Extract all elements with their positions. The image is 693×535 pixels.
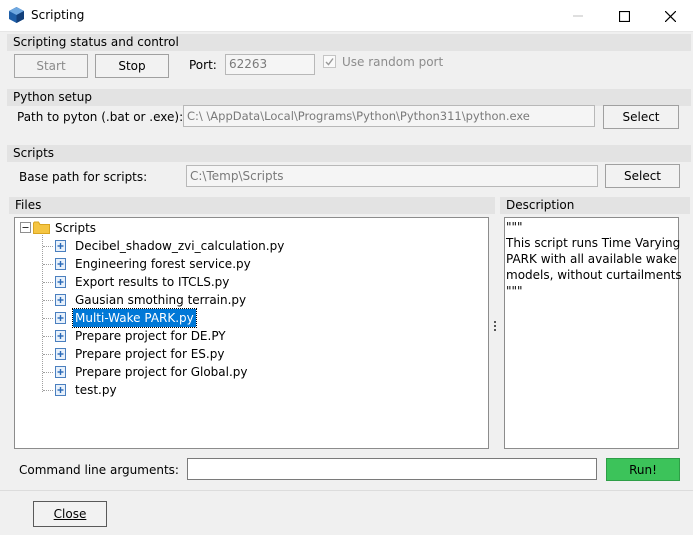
stop-button[interactable]: Stop <box>95 54 169 78</box>
maximize-button[interactable] <box>601 0 647 32</box>
description-text: """ This script runs Time Varying PARK wit… <box>506 219 682 299</box>
tree-line-connector <box>43 390 53 391</box>
minimize-button[interactable] <box>555 0 601 32</box>
tree-file-label: Prepare project for DE.PY <box>75 329 226 343</box>
checkmark-icon <box>325 58 334 66</box>
tree-line-connector <box>43 336 53 337</box>
tree-line-connector <box>43 264 53 265</box>
python-file-icon <box>55 330 66 342</box>
run-button[interactable]: Run! <box>606 458 680 481</box>
description-line: PARK with all available wake <box>506 252 677 266</box>
tree-line-connector <box>43 246 53 247</box>
python-file-icon <box>55 384 66 396</box>
tree-file-label: Decibel_shadow_zvi_calculation.py <box>75 239 285 253</box>
port-label: Port: <box>189 58 217 72</box>
random-port-label: Use random port <box>342 55 444 69</box>
footer-divider <box>0 490 693 491</box>
tree-file-label: Prepare project for Global.py <box>75 365 248 379</box>
tree-file-label: Export results to ITCLS.py <box>75 275 230 289</box>
title-bar: Scripting <box>0 0 693 32</box>
random-port-checkbox[interactable] <box>323 55 336 68</box>
tree-file-label: Prepare project for ES.py <box>75 347 225 361</box>
description-line: models, without curtailments <box>506 268 682 282</box>
minimize-icon <box>573 15 583 17</box>
python-file-icon <box>55 258 66 270</box>
base-path-label: Base path for scripts: <box>19 170 148 184</box>
scripts-select-button[interactable]: Select <box>605 164 680 188</box>
start-button[interactable]: Start <box>14 54 88 78</box>
description-line: """ <box>506 220 523 234</box>
command-line-label: Command line arguments: <box>19 463 179 477</box>
port-input[interactable]: 62263 <box>225 54 315 75</box>
scripts-section-header: Scripts <box>7 145 691 162</box>
close-icon <box>664 10 676 22</box>
tree-items: Decibel_shadow_zvi_calculation.py Enginee… <box>15 218 488 448</box>
tree-file-label: Gausian smothing terrain.py <box>75 293 247 307</box>
tree-line-connector <box>43 372 53 373</box>
python-path-label: Path to pyton (.bat or .exe): <box>17 110 184 124</box>
description-line: This script runs Time Varying <box>506 236 681 250</box>
description-section-header: Description <box>500 197 690 214</box>
description-line: """ <box>506 284 523 298</box>
tree-file-label: Multi-Wake PARK.py <box>72 308 197 328</box>
tree-file-label: test.py <box>75 383 117 397</box>
python-file-icon <box>55 312 66 324</box>
file-tree[interactable]: Scripts Decibel_shadow_zvi_calculation.p… <box>14 217 489 449</box>
status-section-header: Scripting status and control <box>7 34 691 51</box>
close-button[interactable]: Close <box>33 501 107 527</box>
python-file-icon <box>55 366 66 378</box>
python-select-button[interactable]: Select <box>603 105 679 129</box>
python-file-icon <box>55 276 66 288</box>
tree-file-label: Engineering forest service.py <box>75 257 251 271</box>
command-line-input[interactable] <box>187 458 597 480</box>
app-logo-icon <box>9 7 24 23</box>
python-file-icon <box>55 294 66 306</box>
python-file-icon <box>55 240 66 252</box>
base-path-input[interactable]: C:\Temp\Scripts <box>186 165 598 187</box>
python-file-icon <box>55 348 66 360</box>
window-title: Scripting <box>31 8 85 22</box>
splitter-handle[interactable] <box>493 319 497 333</box>
python-section-header: Python setup <box>7 89 691 106</box>
python-path-input[interactable]: C:\ \AppData\Local\Programs\Python\Pytho… <box>183 105 595 127</box>
tree-line-connector <box>43 282 53 283</box>
tree-line-connector <box>43 300 53 301</box>
tree-line-connector <box>43 354 53 355</box>
files-section-header: Files <box>9 197 495 214</box>
description-panel[interactable]: """ This script runs Time Varying PARK wit… <box>504 217 682 449</box>
maximize-icon <box>618 10 630 22</box>
close-window-button[interactable] <box>647 0 693 32</box>
tree-line-connector <box>43 318 53 319</box>
